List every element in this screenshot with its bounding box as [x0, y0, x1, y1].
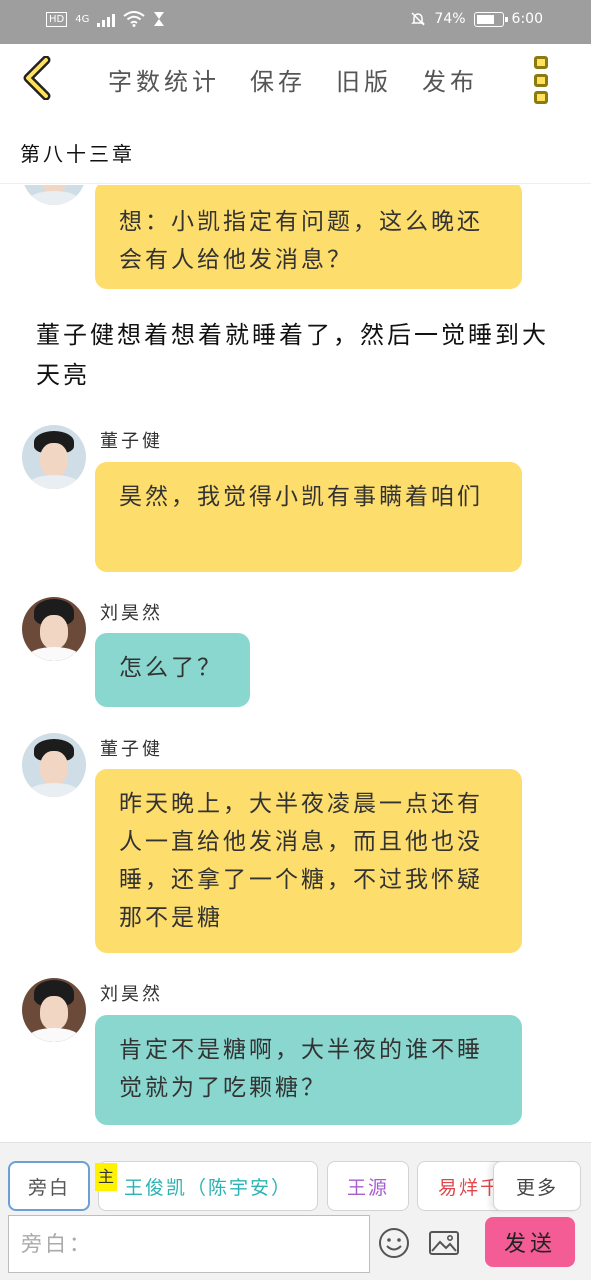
emoji-icon[interactable] [378, 1227, 410, 1259]
message-bubble[interactable]: 肯定不是糖啊，大半夜的谁不睡觉就为了吃颗糖？ [95, 1015, 522, 1125]
role-chip-wang-yuan[interactable]: 王源 [327, 1161, 409, 1211]
hourglass-icon [154, 12, 165, 26]
old-version-button[interactable]: 旧版 [336, 62, 392, 97]
message-input[interactable] [9, 1216, 369, 1272]
chapter-title: 第八十三章 [20, 142, 135, 166]
network-type: 4G [75, 13, 90, 25]
word-count-button[interactable]: 字数统计 [108, 62, 220, 97]
avatar[interactable] [22, 425, 86, 489]
narration-text[interactable]: 董子健想着想着就睡着了，然后一觉睡到大天亮 [36, 315, 566, 395]
speaker-name: 刘昊然 [100, 603, 163, 624]
message-bubble[interactable]: 想：小凯指定有问题，这么晚还会有人给他发消息？ [95, 185, 522, 289]
more-vertical-icon[interactable] [534, 56, 552, 104]
speaker-name: 刘昊然 [100, 984, 163, 1005]
message-bubble[interactable]: 昨天晚上，大半夜凌晨一点还有人一直给他发消息，而且他也没睡，还拿了一个糖，不过我… [95, 769, 522, 953]
avatar[interactable] [22, 978, 86, 1042]
battery-icon [473, 11, 508, 27]
speaker-name: 董子健 [100, 739, 163, 760]
role-label: 王俊凯（陈宇安） [123, 1176, 292, 1199]
message-text: 肯定不是糖啊，大半夜的谁不睡觉就为了吃颗糖？ [119, 1037, 483, 1101]
message-text: 想：小凯指定有问题，这么晚还会有人给他发消息？ [119, 209, 483, 273]
role-label: 旁白 [27, 1176, 70, 1199]
chapter-header: 第八十三章 [0, 118, 591, 184]
message-text: 怎么了？ [119, 655, 223, 681]
speaker-name: 董子健 [100, 431, 163, 452]
toolbar-menu: 字数统计 保存 旧版 发布 [108, 62, 478, 97]
avatar[interactable] [22, 597, 86, 661]
wifi-icon [123, 11, 145, 27]
role-chip-narrator[interactable]: 旁白 [8, 1161, 90, 1211]
role-chip-wang-junkai[interactable]: 王俊凯（陈宇安） [98, 1161, 318, 1211]
more-roles-button[interactable]: 更多 [493, 1161, 581, 1211]
mute-bell-icon [411, 12, 426, 26]
chat-area[interactable]: 想：小凯指定有问题，这么晚还会有人给他发消息？ 董子健想着想着就睡着了，然后一觉… [0, 185, 591, 1142]
message-text: 昊然，我觉得小凯有事瞒着咱们 [119, 484, 483, 510]
publish-button[interactable]: 发布 [422, 62, 478, 97]
image-icon[interactable] [428, 1227, 460, 1259]
message-input-box[interactable] [8, 1215, 370, 1273]
send-button[interactable]: 发送 [485, 1217, 575, 1267]
battery-percent: 74% [434, 11, 466, 27]
role-label: 王源 [346, 1176, 389, 1199]
message-text: 昨天晚上，大半夜凌晨一点还有人一直给他发消息，而且他也没睡，还拿了一个糖，不过我… [119, 791, 483, 931]
role-label: 更多 [515, 1176, 558, 1199]
save-button[interactable]: 保存 [250, 62, 306, 97]
avatar[interactable] [22, 185, 86, 205]
composer-panel: 旁白 王俊凯（陈宇安） 王源 易烊千玺 更多 主 发送 [0, 1142, 591, 1280]
clock: 6:00 [511, 11, 543, 27]
main-role-tag: 主 [95, 1163, 117, 1191]
signal-icon [97, 11, 116, 27]
app-toolbar: 字数统计 保存 旧版 发布 [0, 44, 591, 118]
chevron-left-icon[interactable] [18, 56, 58, 100]
message-bubble[interactable]: 昊然，我觉得小凯有事瞒着咱们 [95, 462, 522, 572]
status-bar: HD 4G 74% 6:00 [0, 0, 591, 44]
avatar[interactable] [22, 733, 86, 797]
message-bubble[interactable]: 怎么了？ [95, 633, 250, 707]
hd-badge: HD [46, 11, 68, 27]
